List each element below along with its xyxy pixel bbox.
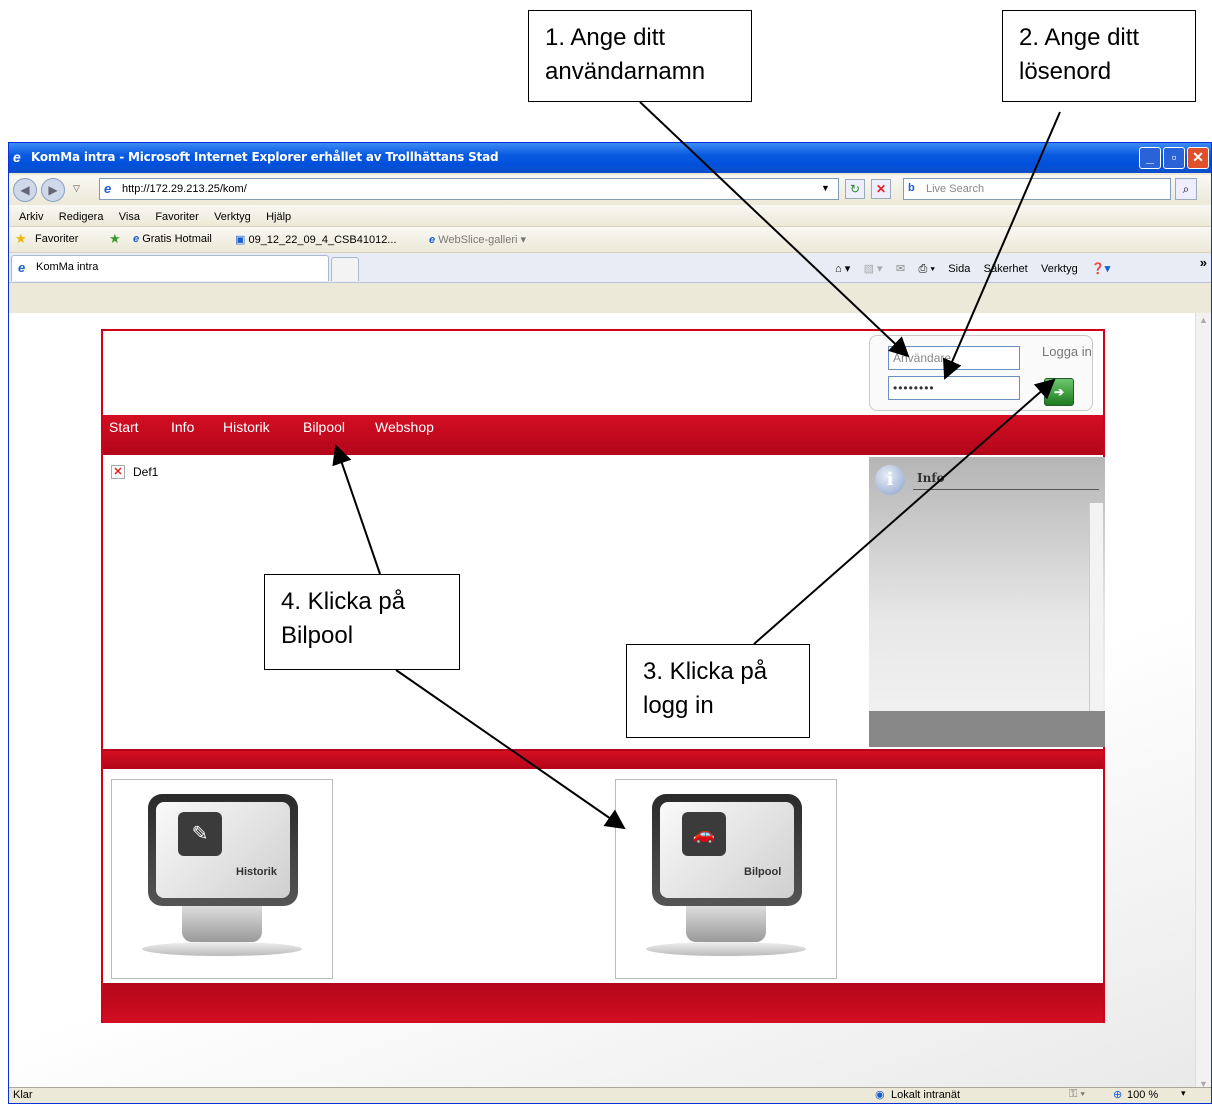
arrow-to-nav-bilpool [332, 444, 381, 575]
arrow-to-password [942, 111, 1061, 380]
arrow-to-username [639, 101, 910, 358]
annotation-arrows [332, 101, 1061, 830]
arrow-to-tile-bilpool [395, 669, 626, 830]
arrow-to-login [753, 378, 1056, 645]
